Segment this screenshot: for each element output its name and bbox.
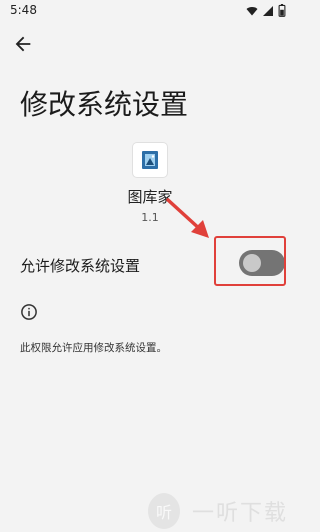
app-icon <box>133 143 167 177</box>
status-bar: 5:48 <box>0 0 300 22</box>
info-icon <box>21 304 37 320</box>
status-time: 5:48 <box>10 3 37 17</box>
battery-icon <box>278 4 286 17</box>
app-name: 图库家 <box>127 188 173 206</box>
signal-icon <box>263 5 273 16</box>
setting-label: 允许修改系统设置 <box>20 257 141 275</box>
page-title: 修改系统设置 <box>20 87 189 121</box>
app-version: 1.1 <box>141 211 159 224</box>
gallery-app-icon <box>142 151 158 169</box>
highlight-box <box>214 236 286 286</box>
watermark-text: 一听下载 <box>192 501 289 526</box>
wifi-icon <box>246 6 258 15</box>
svg-text:听: 听 <box>156 503 172 522</box>
status-icons <box>246 4 286 17</box>
back-arrow-icon[interactable] <box>12 33 34 55</box>
info-description: 此权限允许应用修改系统设置。 <box>20 342 167 354</box>
watermark: 听 一听下载 <box>144 490 300 532</box>
watermark-logo-icon: 听 <box>148 493 180 529</box>
